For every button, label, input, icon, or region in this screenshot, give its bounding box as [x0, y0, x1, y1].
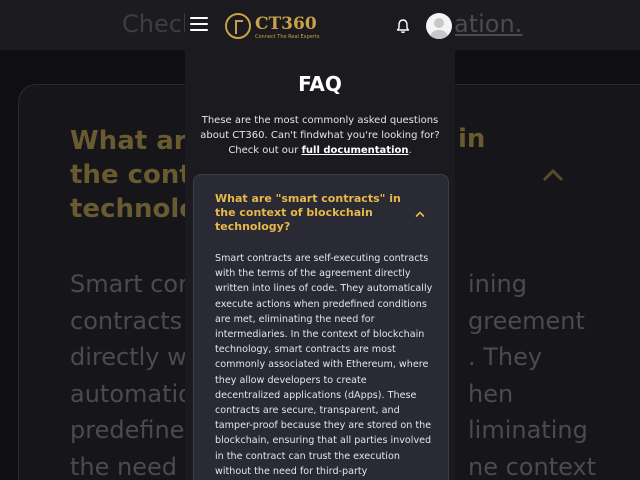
logo-text: CT360 [255, 14, 317, 34]
background-question-right: in [458, 124, 486, 154]
background-question: What ar the cont technolo [70, 126, 198, 224]
full-documentation-link[interactable]: full documentation [302, 145, 409, 156]
hamburger-menu-icon[interactable] [190, 17, 208, 31]
page-title: FAQ [298, 72, 342, 96]
user-avatar-icon[interactable] [426, 13, 452, 39]
top-navbar: CT360 Connect The Real Experts [185, 0, 455, 52]
background-top-link: ation. [454, 10, 523, 38]
logo-subtext: Connect The Real Experts [255, 34, 320, 40]
background-chevron-icon [542, 160, 564, 188]
ct360-logo[interactable]: CT360 Connect The Real Experts [225, 13, 320, 43]
faq-answer: Smart contracts are self-executing contr… [215, 253, 433, 477]
background-answer-right: ining greement . They hen liminating ne … [468, 270, 597, 480]
mobile-page: CT360 Connect The Real Experts FAQ These… [185, 0, 455, 480]
faq-item-expanded: What are "smart contracts" in the contex… [193, 174, 449, 480]
logo-mark-icon [225, 13, 251, 39]
faq-intro-text: These are the most commonly asked questi… [200, 115, 440, 156]
bell-icon[interactable] [395, 18, 411, 34]
background-answer-left: Smart con contracts directly w automatio… [70, 270, 195, 480]
chevron-up-icon[interactable] [414, 205, 426, 217]
faq-question[interactable]: What are "smart contracts" in the contex… [215, 192, 405, 234]
